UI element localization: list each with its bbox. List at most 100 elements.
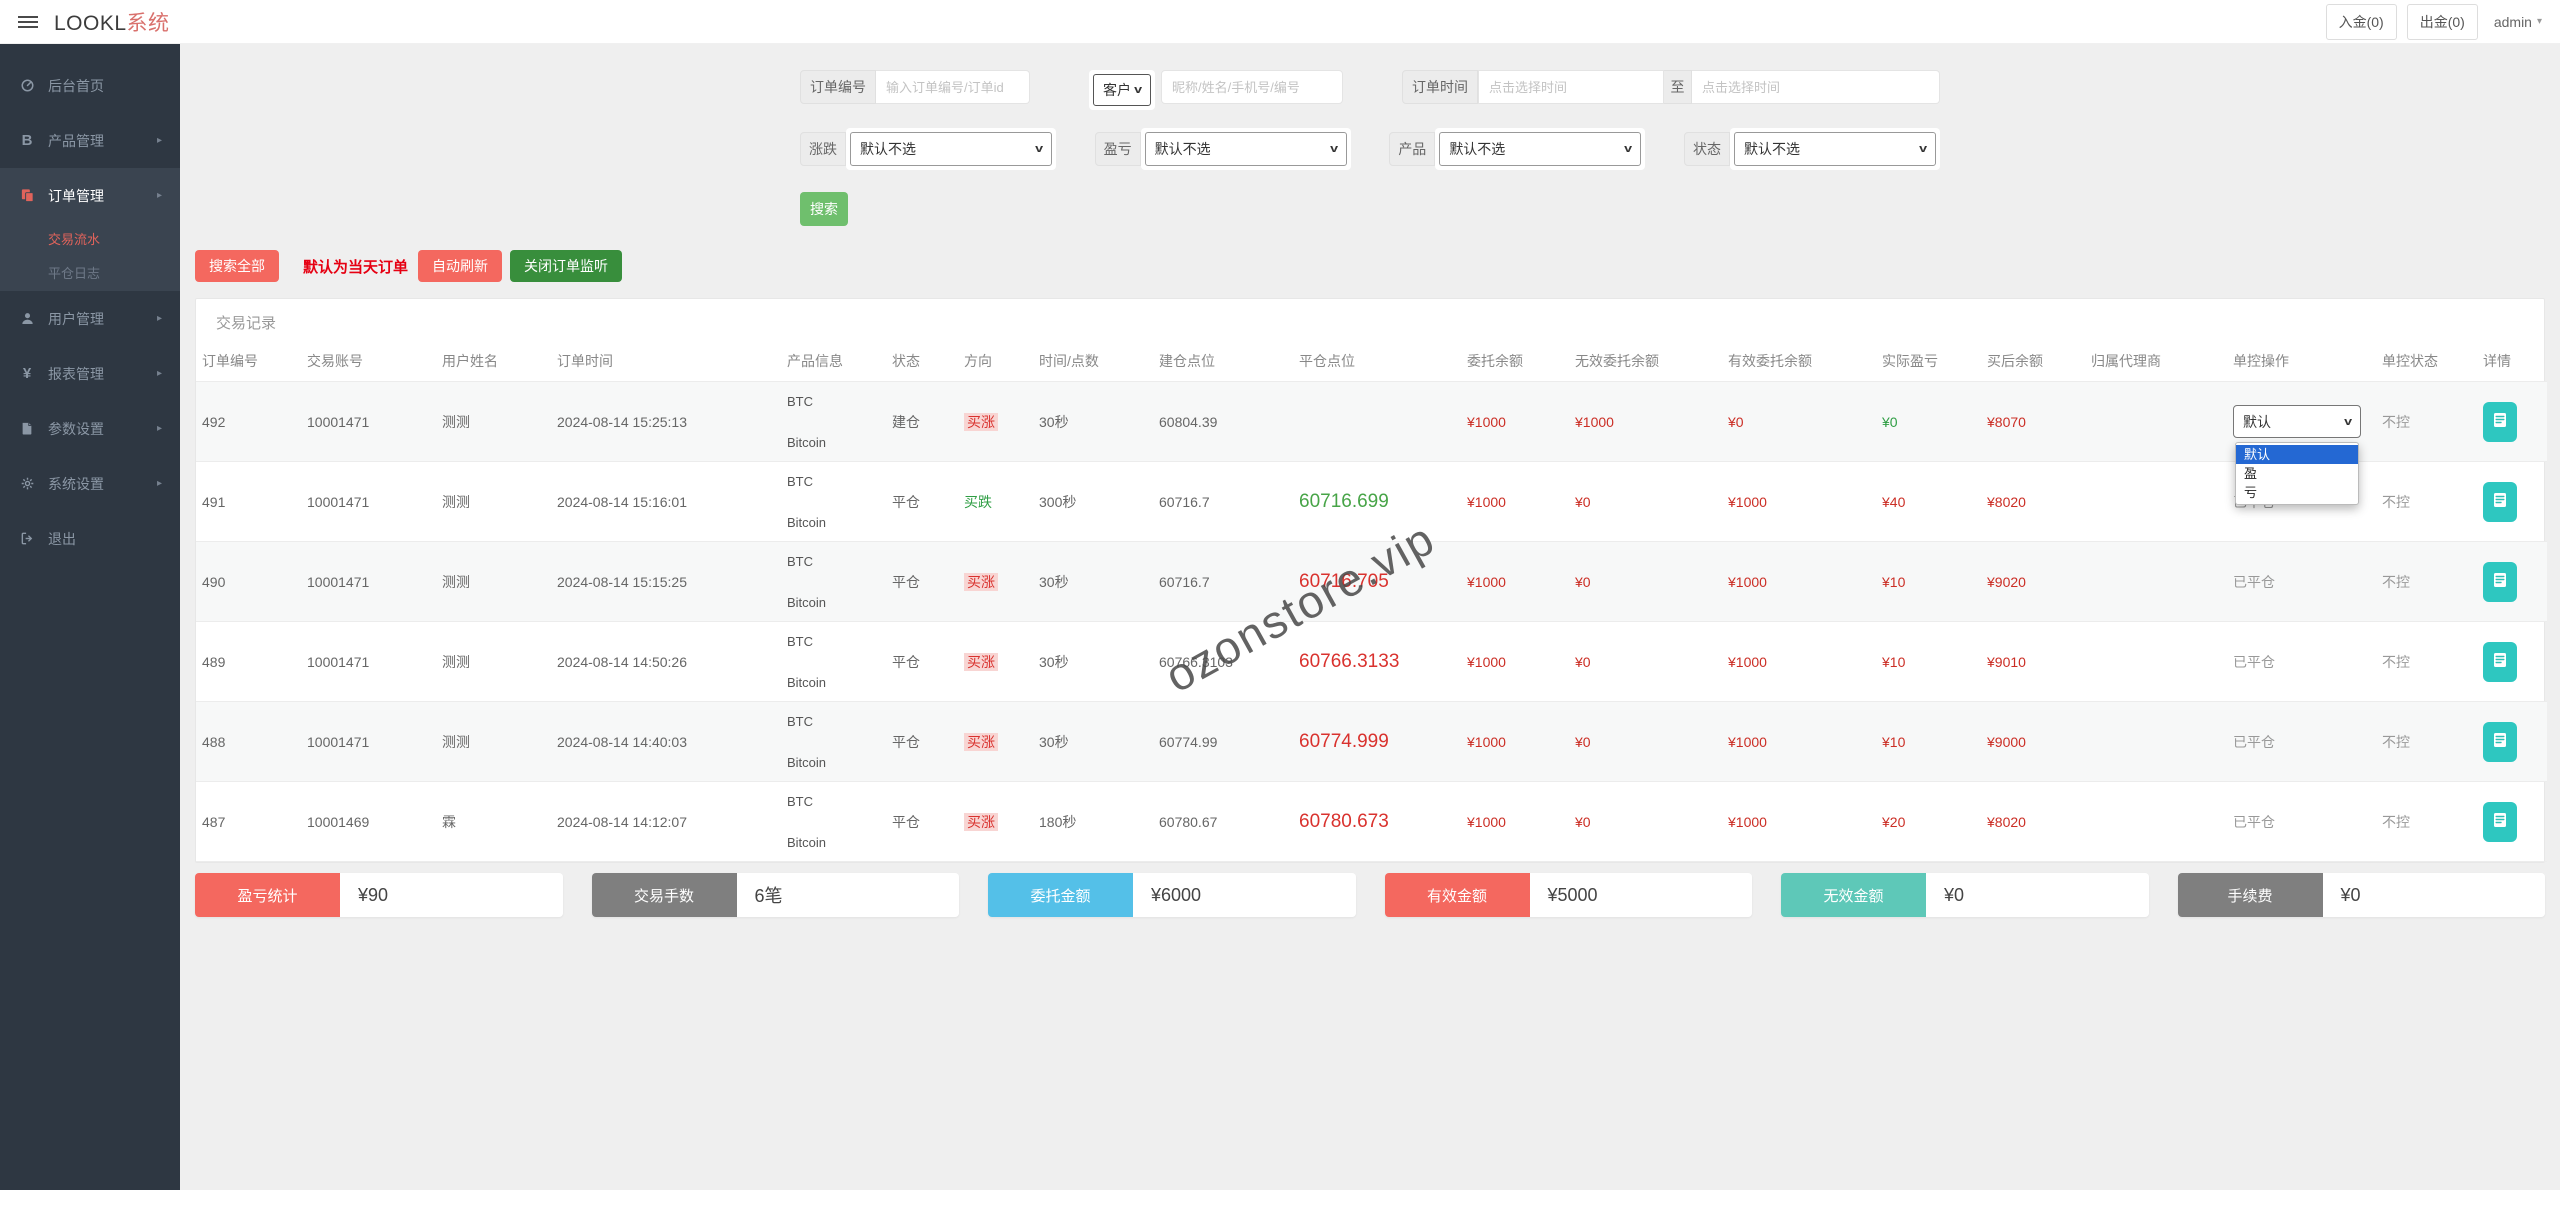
sidebar-section-orders: 订单管理▸交易流水平仓日志: [0, 168, 180, 291]
chevron-right-icon: ▸: [157, 313, 162, 324]
cell-valid-entrust: ¥1000: [1728, 654, 1767, 670]
cell-close-point: 60780.673: [1299, 811, 1389, 832]
cell-product-info: BTCBitcoin: [781, 382, 886, 462]
col-control-state: 单控状态: [2376, 345, 2477, 382]
params-icon: [18, 421, 36, 436]
sidebar-item-params[interactable]: 参数设置▸: [0, 401, 180, 456]
control-select[interactable]: 默认v: [2233, 405, 2361, 438]
detail-button[interactable]: [2483, 642, 2517, 682]
time-from-input[interactable]: [1478, 70, 1664, 104]
detail-table-icon: [2493, 812, 2507, 831]
sidebar-item-label: 订单管理: [48, 186, 104, 206]
cell-account: 10001471: [307, 414, 369, 430]
profit-select[interactable]: 默认不选 v: [1145, 132, 1347, 166]
customer-type-select[interactable]: 客户 v: [1093, 74, 1151, 106]
product-symbol: BTC: [787, 554, 882, 569]
detail-button[interactable]: [2483, 802, 2517, 842]
app-logo: LOOKL系统: [54, 7, 170, 37]
summary-label: 无效金额: [1781, 873, 1926, 917]
order-no-input[interactable]: [876, 70, 1030, 104]
cell-duration: 30秒: [1039, 734, 1069, 750]
chevron-right-icon: ▸: [157, 135, 162, 146]
summary-row: 盈亏统计¥90交易手数6笔委托金额¥6000有效金额¥5000无效金额¥0手续费…: [195, 873, 2545, 917]
profit-select-value: 默认不选: [1155, 139, 1211, 159]
user-menu[interactable]: admin ▾: [2494, 14, 2542, 30]
control-state-text: 已平仓: [2233, 734, 2275, 750]
withdraw-button[interactable]: 出金(0): [2407, 4, 2478, 40]
sidebar-item-logout[interactable]: 退出: [0, 511, 180, 566]
today-order-note: 默认为当天订单: [303, 256, 408, 277]
product-filter: 产品 默认不选 v: [1389, 128, 1645, 170]
detail-button[interactable]: [2483, 482, 2517, 522]
search-all-button[interactable]: 搜索全部: [195, 250, 279, 282]
trade-table: 订单编号 交易账号 用户姓名 订单时间 产品信息 状态 方向 时间/点数 建仓点…: [196, 345, 2547, 862]
trade-table-body: 49210001471测测2024-08-14 15:25:13BTCBitco…: [196, 382, 2547, 862]
cell-id: 488: [202, 734, 225, 750]
cell-account: 10001469: [307, 814, 369, 830]
summary-value: ¥0: [2323, 873, 2546, 917]
cell-duration: 30秒: [1039, 414, 1069, 430]
cell-name: 测测: [442, 734, 470, 750]
summary-label: 有效金额: [1385, 873, 1530, 917]
user-icon: [18, 311, 36, 326]
direction-badge: 买涨: [964, 573, 998, 591]
sidebar-item-system[interactable]: 系统设置▸: [0, 456, 180, 511]
auto-refresh-button[interactable]: 自动刷新: [418, 250, 502, 282]
product-select[interactable]: 默认不选 v: [1439, 132, 1641, 166]
updown-select-wrap: 默认不选 v: [846, 128, 1056, 170]
sidebar-item-close-log[interactable]: 平仓日志: [0, 257, 180, 291]
table-row: 49210001471测测2024-08-14 15:25:13BTCBitco…: [196, 382, 2547, 462]
col-order-time: 订单时间: [551, 345, 781, 382]
sidebar: 后台首页B产品管理▸订单管理▸交易流水平仓日志用户管理▸¥报表管理▸参数设置▸系…: [0, 44, 180, 1190]
close-listen-button[interactable]: 关闭订单监听: [510, 250, 622, 282]
chevron-down-icon: v: [1919, 143, 1927, 155]
sidebar-item-reports[interactable]: ¥报表管理▸: [0, 346, 180, 401]
product-symbol: BTC: [787, 474, 882, 489]
cell-invalid-entrust: ¥0: [1575, 574, 1591, 590]
control-option[interactable]: 亏: [2236, 483, 2358, 502]
hamburger-menu-icon[interactable]: [18, 16, 38, 28]
chevron-right-icon: ▸: [157, 478, 162, 489]
customer-input[interactable]: [1161, 70, 1343, 104]
status-label: 状态: [1684, 132, 1730, 166]
customer-filter: 客户 v: [1089, 70, 1343, 110]
cell-product-info: BTCBitcoin: [781, 782, 886, 862]
cell-duration: 300秒: [1039, 494, 1076, 510]
cell-control-state: 不控: [2382, 494, 2410, 510]
col-valid-entrust: 有效委托余额: [1722, 345, 1876, 382]
search-button[interactable]: 搜索: [800, 192, 848, 226]
cell-id: 490: [202, 574, 225, 590]
col-order-id: 订单编号: [196, 345, 301, 382]
control-option[interactable]: 盈: [2236, 464, 2358, 483]
control-option[interactable]: 默认: [2236, 445, 2358, 464]
sidebar-item-orders[interactable]: 订单管理▸: [0, 168, 180, 223]
chevron-down-icon: v: [1035, 143, 1043, 155]
sidebar-item-label: 后台首页: [48, 76, 104, 96]
table-row: 48710001469霖2024-08-14 14:12:07BTCBitcoi…: [196, 782, 2547, 862]
sidebar-item-home[interactable]: 后台首页: [0, 58, 180, 113]
product-name: Bitcoin: [787, 835, 882, 850]
detail-button[interactable]: [2483, 402, 2517, 442]
table-row: 49010001471测测2024-08-14 15:15:25BTCBitco…: [196, 542, 2547, 622]
updown-select[interactable]: 默认不选 v: [850, 132, 1052, 166]
status-select-wrap: 默认不选 v: [1730, 128, 1940, 170]
control-state-text: 已平仓: [2233, 814, 2275, 830]
sidebar-item-trade-flow[interactable]: 交易流水: [0, 223, 180, 257]
order-no-filter: 订单编号: [800, 70, 1030, 104]
sidebar-item-users[interactable]: 用户管理▸: [0, 291, 180, 346]
time-to-input[interactable]: [1692, 70, 1940, 104]
updown-select-value: 默认不选: [860, 139, 916, 159]
summary-box: 交易手数6笔: [592, 873, 960, 917]
cell-valid-entrust: ¥1000: [1728, 494, 1767, 510]
product-select-wrap: 默认不选 v: [1435, 128, 1645, 170]
sidebar-item-products[interactable]: B产品管理▸: [0, 113, 180, 168]
to-label: 至: [1664, 70, 1692, 104]
cell-status: 平仓: [892, 654, 920, 670]
col-open-point: 建仓点位: [1153, 345, 1293, 382]
status-select[interactable]: 默认不选 v: [1734, 132, 1936, 166]
direction-badge: 买跌: [964, 494, 992, 510]
detail-button[interactable]: [2483, 722, 2517, 762]
summary-box: 盈亏统计¥90: [195, 873, 563, 917]
deposit-button[interactable]: 入金(0): [2326, 4, 2397, 40]
detail-button[interactable]: [2483, 562, 2517, 602]
